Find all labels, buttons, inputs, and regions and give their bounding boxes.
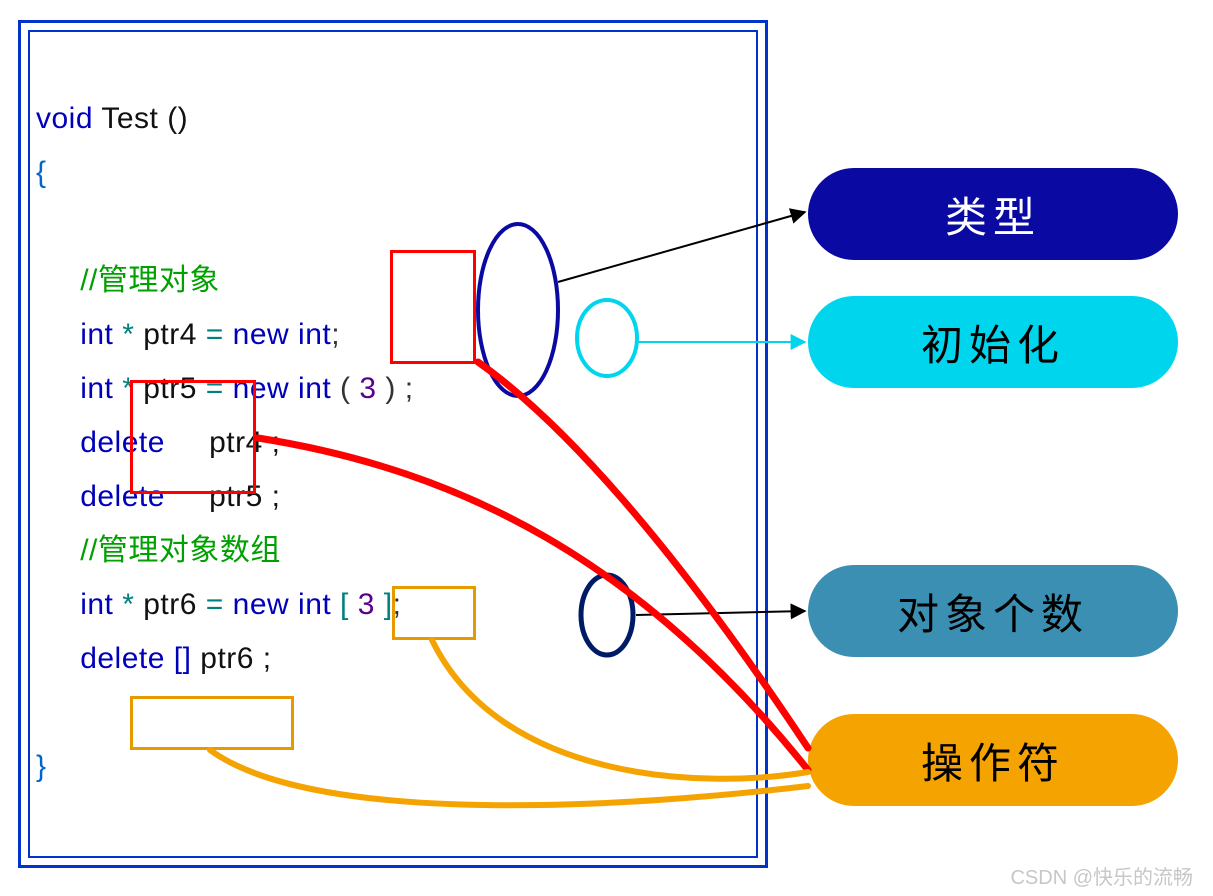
l4-new: new bbox=[233, 318, 290, 351]
l10-id: ptr6 ; bbox=[191, 642, 271, 675]
l9-id: ptr6 bbox=[143, 588, 197, 621]
l4-semi: ; bbox=[331, 318, 340, 351]
l5-eq: = bbox=[197, 372, 233, 405]
pill-init: 初始化 bbox=[808, 296, 1178, 388]
pill-count: 对象个数 bbox=[808, 565, 1178, 657]
brace-close: } bbox=[36, 750, 47, 783]
diagram-canvas: void Test () { //管理对象 int * ptr4 = new i… bbox=[0, 0, 1213, 896]
l9-rb: ] bbox=[384, 588, 393, 621]
pill-type: 类型 bbox=[808, 168, 1178, 260]
l4-star: * bbox=[113, 318, 143, 351]
l4-id: ptr4 bbox=[143, 318, 197, 351]
l9-lb: [ bbox=[340, 588, 349, 621]
pill-type-text: 类型 bbox=[945, 184, 1041, 245]
l5-num: 3 bbox=[351, 372, 386, 405]
l7-id: ptr5 ; bbox=[165, 480, 281, 513]
l6-delete: delete bbox=[80, 426, 165, 459]
l4-int2: int bbox=[289, 318, 331, 351]
kw-void: void bbox=[36, 102, 93, 135]
pill-count-text: 对象个数 bbox=[897, 581, 1089, 642]
l5-int1: int bbox=[80, 372, 113, 405]
l5-lp: ( bbox=[340, 372, 351, 405]
comment-1: //管理对象 bbox=[80, 264, 220, 297]
l9-num: 3 bbox=[349, 588, 384, 621]
pill-operator-text: 操作符 bbox=[921, 730, 1065, 791]
l4-int1: int bbox=[80, 318, 113, 351]
l5-int2: int bbox=[289, 372, 340, 405]
l6-id: ptr4 ; bbox=[165, 426, 281, 459]
l5-id: ptr5 bbox=[143, 372, 197, 405]
l5-star: * bbox=[113, 372, 143, 405]
l9-int2: int bbox=[289, 588, 340, 621]
watermark: CSDN @快乐的流畅 bbox=[1010, 861, 1193, 890]
l7-delete: delete bbox=[80, 480, 165, 513]
l9-star: * bbox=[113, 588, 143, 621]
code-block: void Test () { //管理对象 int * ptr4 = new i… bbox=[36, 38, 414, 848]
l4-eq: = bbox=[197, 318, 233, 351]
l10-delete: delete [] bbox=[80, 642, 191, 675]
fn-name: Test () bbox=[93, 102, 188, 135]
l5-new: new bbox=[233, 372, 290, 405]
brace-open: { bbox=[36, 156, 47, 189]
l5-semi: ; bbox=[396, 372, 414, 405]
pill-init-text: 初始化 bbox=[921, 312, 1065, 373]
l5-rp: ) bbox=[385, 372, 396, 405]
l9-new: new bbox=[233, 588, 290, 621]
l9-int1: int bbox=[80, 588, 113, 621]
pill-operator: 操作符 bbox=[808, 714, 1178, 806]
l9-eq: = bbox=[197, 588, 233, 621]
l9-semi: ; bbox=[393, 588, 402, 621]
comment-2: //管理对象数组 bbox=[80, 534, 281, 567]
